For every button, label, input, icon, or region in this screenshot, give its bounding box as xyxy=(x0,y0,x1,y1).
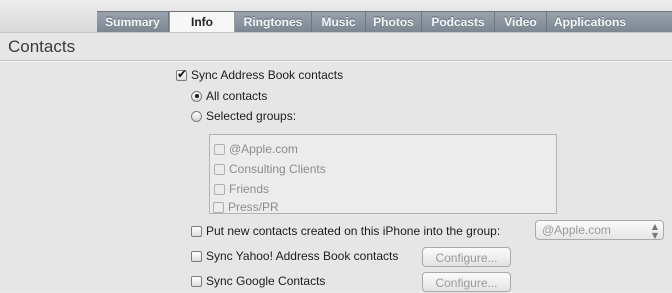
group-checkbox[interactable] xyxy=(214,143,225,155)
new-contacts-group-select[interactable]: @Apple.com ▲ ▼ xyxy=(535,220,664,240)
list-item[interactable]: Friends xyxy=(214,182,269,196)
sync-yahoo-label: Sync Yahoo! Address Book contacts xyxy=(206,249,399,263)
put-new-contacts-row[interactable]: Put new contacts created on this iPhone … xyxy=(191,224,500,238)
sync-address-book-row[interactable]: Sync Address Book contacts xyxy=(176,67,344,82)
selected-groups-row[interactable]: Selected groups: xyxy=(191,109,296,123)
all-contacts-radio[interactable] xyxy=(191,90,202,102)
group-label: Press/PR xyxy=(228,200,279,214)
sync-google-row[interactable]: Sync Google Contacts xyxy=(191,274,325,288)
put-new-contacts-label: Put new contacts created on this iPhone … xyxy=(206,224,501,238)
list-item[interactable]: Consulting Clients xyxy=(214,162,326,176)
tab-info[interactable]: Info xyxy=(169,12,235,34)
tab-music[interactable]: Music xyxy=(312,12,366,33)
select-arrows-icon: ▲ ▼ xyxy=(651,222,658,240)
tab-summary[interactable]: Summary xyxy=(97,12,169,33)
sync-google-checkbox[interactable] xyxy=(191,275,202,287)
all-contacts-row[interactable]: All contacts xyxy=(191,89,267,103)
configure-yahoo-button[interactable]: Configure... xyxy=(422,247,511,267)
section-title: Contacts xyxy=(8,37,76,56)
group-select-value: @Apple.com xyxy=(542,223,611,237)
tab-bar: Summary Info Ringtones Music Photos Podc… xyxy=(0,0,672,34)
configure-google-button[interactable]: Configure... xyxy=(422,272,511,292)
tab-applications[interactable]: Applications xyxy=(547,12,633,33)
sync-yahoo-row[interactable]: Sync Yahoo! Address Book contacts xyxy=(191,249,398,263)
selected-groups-label: Selected groups: xyxy=(206,109,297,123)
contacts-panel: Contacts Sync Address Book contacts All … xyxy=(0,32,672,292)
tab-video[interactable]: Video xyxy=(495,12,547,33)
tab-ringtones[interactable]: Ringtones xyxy=(235,12,312,33)
sync-yahoo-checkbox[interactable] xyxy=(191,250,202,262)
tab-strip: Summary Info Ringtones Music Photos Podc… xyxy=(97,11,672,34)
selected-groups-radio[interactable] xyxy=(191,110,202,122)
sync-address-book-label: Sync Address Book contacts xyxy=(191,68,344,82)
group-label: Consulting Clients xyxy=(229,162,326,176)
group-label: Friends xyxy=(229,182,270,196)
sync-address-book-checkbox[interactable] xyxy=(176,67,187,81)
put-new-contacts-checkbox[interactable] xyxy=(191,225,202,237)
list-item[interactable]: @Apple.com xyxy=(214,142,298,156)
tab-photos[interactable]: Photos xyxy=(366,12,422,33)
all-contacts-label: All contacts xyxy=(206,89,268,103)
sync-google-label: Sync Google Contacts xyxy=(206,274,326,288)
group-checkbox[interactable] xyxy=(214,163,225,175)
section-divider xyxy=(0,60,672,61)
group-label: @Apple.com xyxy=(229,142,298,156)
tab-podcasts[interactable]: Podcasts xyxy=(422,12,495,33)
group-checkbox[interactable] xyxy=(214,183,225,195)
list-item[interactable]: Press/PR xyxy=(213,200,279,214)
group-checkbox[interactable] xyxy=(213,201,224,213)
